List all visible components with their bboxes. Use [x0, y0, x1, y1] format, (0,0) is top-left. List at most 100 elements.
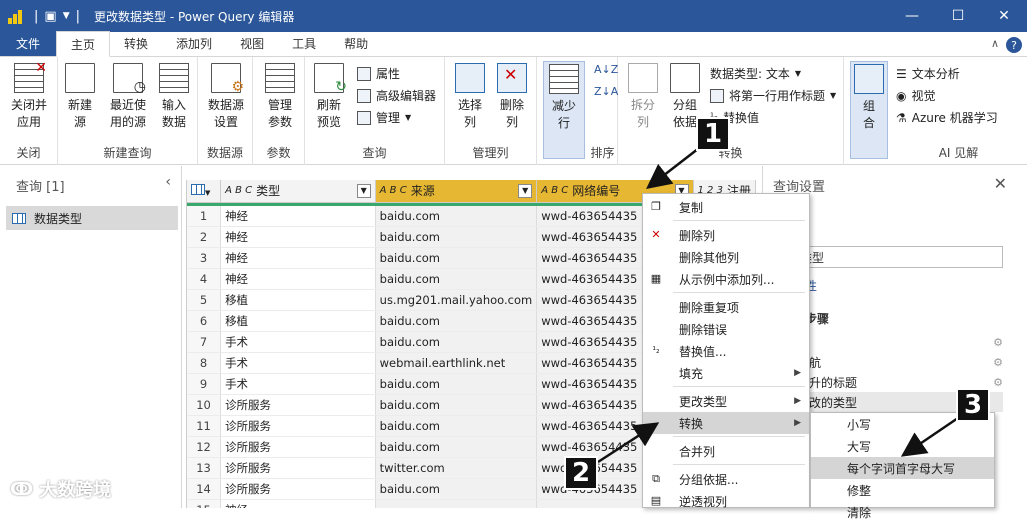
tab-transform[interactable]: 转换 [110, 31, 162, 56]
table-cell[interactable]: baidu.com [375, 373, 538, 395]
remove-columns-button[interactable]: ✕ 删除 列 [493, 63, 531, 131]
table-cell[interactable]: 神经 [220, 226, 376, 248]
query-name-input[interactable]: 类型 [793, 246, 1003, 268]
table-cell[interactable]: baidu.com [375, 478, 538, 500]
qat-dropdown-icon[interactable]: ▼ [63, 11, 70, 21]
power-bi-logo-icon [8, 8, 22, 24]
menu-item-transform[interactable]: 转换 ▶ [643, 412, 809, 434]
query-item[interactable]: 数据类型 [6, 206, 178, 230]
data-source-settings-button[interactable]: ⚙ 数据源 设置 [204, 63, 248, 131]
menu-item-remove-duplicates[interactable]: 删除重复项 [643, 296, 809, 318]
gear-icon[interactable]: ⚙ [993, 336, 1003, 349]
table-cell[interactable]: 神经 [220, 268, 376, 290]
close-pane-icon[interactable]: ✕ [994, 174, 1007, 193]
query-item-label: 数据类型 [34, 211, 83, 226]
column-header-type[interactable]: A B C 类型 ▼ [220, 180, 376, 203]
table-cell[interactable]: 神经 [220, 247, 376, 269]
filter-dropdown-icon[interactable]: ▼ [518, 183, 533, 198]
table-cell[interactable]: twitter.com [375, 457, 538, 479]
menu-item-unpivot-columns[interactable]: ▤ 逆透视列 [643, 490, 809, 512]
table-cell[interactable] [375, 499, 538, 508]
choose-columns-button[interactable]: 选择 列 [451, 63, 489, 131]
table-cell[interactable]: 移植 [220, 289, 376, 311]
refresh-preview-button[interactable]: ↻ 刷新 预览 [309, 63, 349, 131]
sort-descending-icon[interactable]: Z↓A [594, 85, 618, 98]
azure-ml-button[interactable]: ⚗ Azure 机器学习 [896, 109, 998, 126]
advanced-editor-button[interactable]: 高级编辑器 [357, 87, 436, 104]
text-analytics-button[interactable]: ☰ 文本分析 [896, 65, 960, 82]
save-icon[interactable]: ▣ [44, 9, 56, 24]
table-cell[interactable]: baidu.com [375, 310, 538, 332]
submenu-item-trim[interactable]: 修整 [811, 479, 994, 501]
gear-icon[interactable]: ⚙ [993, 356, 1003, 369]
recent-sources-button[interactable]: ◷ 最近使 用的源 [104, 63, 152, 131]
step-item[interactable]: 导航⚙ [793, 352, 1003, 372]
table-cell[interactable]: 诊所服务 [220, 478, 376, 500]
menu-item-replace-values[interactable]: ¹₂ 替换值... [643, 340, 809, 362]
use-first-row-headers-button[interactable]: 将第一行用作标题 ▼ [710, 87, 836, 104]
tab-help[interactable]: 帮助 [330, 31, 382, 56]
table-cell[interactable]: 手术 [220, 373, 376, 395]
reduce-rows-button[interactable]: 减少 行 [543, 61, 585, 159]
submenu-item-uppercase[interactable]: 大写 [811, 435, 994, 457]
table-cell[interactable]: 手术 [220, 352, 376, 374]
minimize-icon[interactable]: — [889, 0, 935, 32]
menu-item-remove-columns[interactable]: ✕ 删除列 [643, 224, 809, 246]
table-cell[interactable]: 诊所服务 [220, 415, 376, 437]
tab-add-column[interactable]: 添加列 [162, 31, 226, 56]
tab-file[interactable]: 文件 [0, 31, 57, 56]
table-cell[interactable]: baidu.com [375, 415, 538, 437]
table-cell[interactable]: baidu.com [375, 226, 538, 248]
table-cell[interactable]: webmail.earthlink.net [375, 352, 538, 374]
help-icon[interactable]: ? [1006, 37, 1022, 53]
sort-ascending-icon[interactable]: A↓Z [594, 63, 618, 76]
step-item[interactable]: 源⚙ [793, 332, 1003, 352]
properties-button[interactable]: 属性 [357, 65, 400, 82]
filter-dropdown-icon[interactable]: ▼ [356, 183, 371, 198]
manage-parameters-button[interactable]: 管理 参数 [259, 63, 301, 131]
submenu-item-clean[interactable]: 清除 [811, 501, 994, 523]
manage-button[interactable]: 管理 ▼ [357, 109, 411, 126]
menu-item-merge-columns[interactable]: 合并列 [643, 440, 809, 462]
submenu-item-capitalize-each-word[interactable]: 每个字词首字母大写 [811, 457, 994, 479]
vision-button[interactable]: ◉ 视觉 [896, 87, 936, 104]
column-header-source[interactable]: A B C 来源 ▼ [375, 180, 538, 203]
collapse-ribbon-icon[interactable]: ∧ [991, 37, 999, 50]
table-cell[interactable]: 诊所服务 [220, 436, 376, 458]
tab-view[interactable]: 视图 [226, 31, 278, 56]
table-cell[interactable]: baidu.com [375, 205, 538, 227]
menu-item-remove-other-columns[interactable]: 删除其他列 [643, 246, 809, 268]
menu-item-change-type[interactable]: 更改类型 ▶ [643, 390, 809, 412]
menu-item-group-by[interactable]: ⧉ 分组依据... [643, 468, 809, 490]
tab-home[interactable]: 主页 [56, 31, 111, 57]
menu-item-remove-errors[interactable]: 删除错误 [643, 318, 809, 340]
menu-item-add-column-from-examples[interactable]: ▦ 从示例中添加列... [643, 268, 809, 290]
split-column-button[interactable]: 拆分 列 [624, 63, 662, 131]
table-menu-button[interactable]: ▼ [187, 180, 222, 203]
data-type-dropdown[interactable]: 数据类型: 文本 ▼ [710, 65, 801, 82]
maximize-icon[interactable]: ☐ [935, 0, 981, 32]
table-cell[interactable]: baidu.com [375, 394, 538, 416]
close-apply-button[interactable]: ✕ 关闭并 应用 [6, 60, 52, 131]
tab-tools[interactable]: 工具 [278, 31, 330, 56]
menu-item-copy[interactable]: ❐ 复制 [643, 196, 809, 218]
close-icon[interactable]: ✕ [981, 0, 1027, 32]
table-cell[interactable]: 诊所服务 [220, 394, 376, 416]
table-cell[interactable]: 诊所服务 [220, 457, 376, 479]
combine-button[interactable]: 组 合 [850, 61, 888, 159]
gear-icon[interactable]: ⚙ [993, 376, 1003, 389]
table-cell[interactable]: 手术 [220, 331, 376, 353]
table-cell[interactable]: 神经 [220, 205, 376, 227]
table-cell[interactable]: 移植 [220, 310, 376, 332]
menu-item-fill[interactable]: 填充 ▶ [643, 362, 809, 384]
table-cell[interactable]: baidu.com [375, 331, 538, 353]
table-cell[interactable]: 神经 [220, 499, 376, 508]
table-cell[interactable]: baidu.com [375, 247, 538, 269]
new-source-button[interactable]: 新建 源 [62, 63, 98, 131]
table-cell[interactable]: baidu.com [375, 436, 538, 458]
table-cell[interactable]: baidu.com [375, 268, 538, 290]
headers-icon [710, 88, 724, 103]
table-cell[interactable]: us.mg201.mail.yahoo.com [375, 289, 538, 311]
collapse-pane-icon[interactable]: ‹ [165, 174, 171, 190]
enter-data-button[interactable]: 输入 数据 [156, 63, 192, 131]
